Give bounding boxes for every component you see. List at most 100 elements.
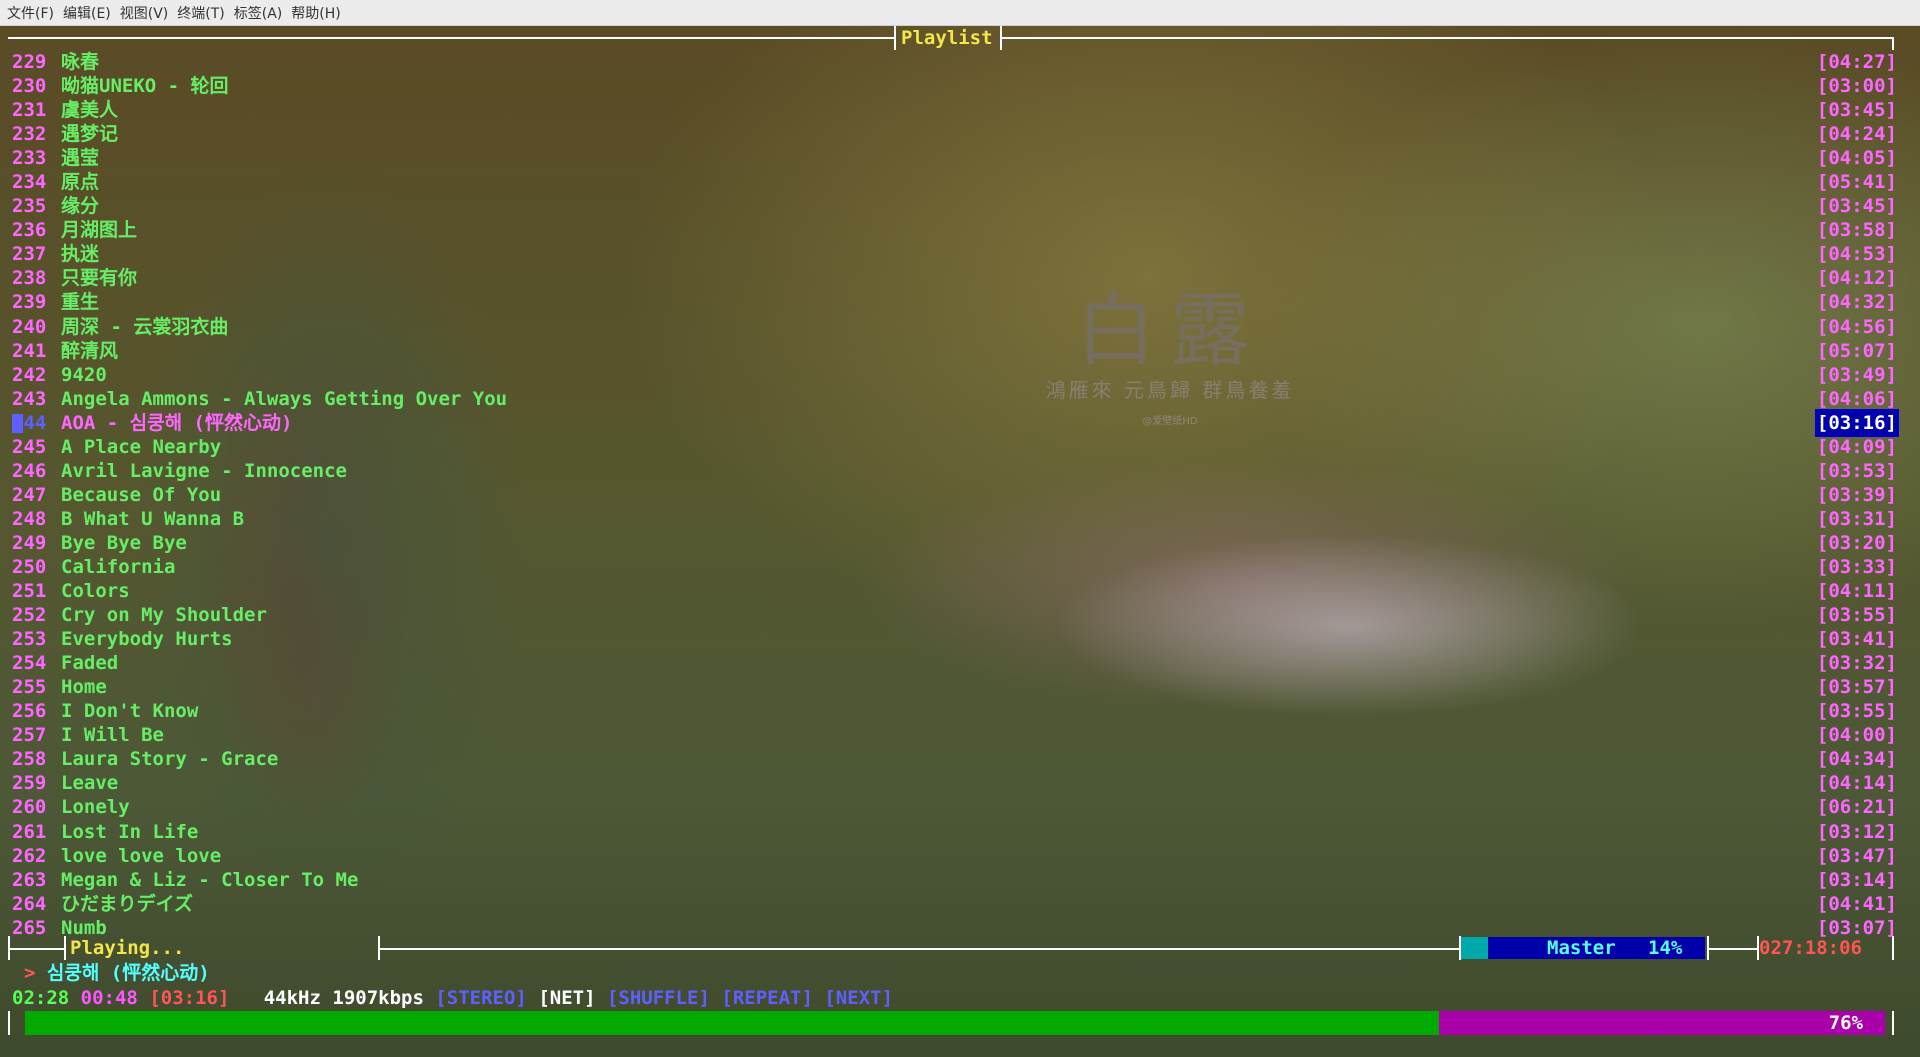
track-number: 243	[12, 387, 47, 410]
track-title: 周深 - 云裳羽衣曲	[61, 315, 229, 338]
track-number: 250	[12, 555, 47, 578]
track-duration: [04:41]	[1816, 892, 1897, 915]
playlist-row[interactable]: 251 Colors [04:11]	[12, 579, 1897, 603]
track-number: 258	[12, 748, 47, 771]
playlist-row-current[interactable]: 244 AOA - 심쿵해 (怦然心动) [03:16]	[12, 408, 1900, 437]
track-title: B What U Wanna B	[61, 507, 245, 530]
playlist-row[interactable]: 237 执迷 [04:53]	[12, 242, 1897, 266]
track-number: 256	[12, 700, 47, 723]
progress-bar[interactable]: 76%	[25, 1011, 1885, 1035]
playlist-row[interactable]: 247 Because Of You [03:39]	[12, 483, 1897, 507]
playlist-row[interactable]: 248 B What U Wanna B [03:31]	[12, 507, 1897, 531]
mixer-level-block	[1461, 937, 1488, 959]
track-duration: [03:49]	[1816, 363, 1897, 386]
playlist-row[interactable]: 260 Lonely [06:21]	[12, 795, 1897, 819]
track-number: 240	[12, 315, 47, 338]
playlist-row[interactable]: 238 只要有你 [04:12]	[12, 266, 1897, 290]
playlist-row[interactable]: 263 Megan & Liz - Closer To Me [03:14]	[12, 868, 1897, 892]
track-number: 259	[12, 772, 47, 795]
track-number: 251	[12, 580, 47, 603]
track-number: 242	[12, 363, 47, 386]
track-duration: [03:55]	[1816, 700, 1897, 723]
menu-tabs[interactable]: 标签(A)	[234, 3, 292, 23]
playlist-row[interactable]: 261 Lost In Life [03:12]	[12, 820, 1897, 844]
playlist-row[interactable]: 241 醉清风 [05:07]	[12, 339, 1897, 363]
menu-file[interactable]: 文件(F)	[7, 3, 63, 23]
total-time: 027:18:06	[1759, 937, 1862, 959]
track-duration: [03:47]	[1816, 844, 1897, 867]
track-title: AOA - 심쿵해 (怦然心动)	[61, 411, 293, 434]
playlist: 229 咏春 [04:27] 230 呦猫UNEKO - 轮回 [03:00] 231 虞美人…	[12, 50, 1900, 940]
frame-top-right-corner	[1892, 37, 1894, 50]
playlist-row[interactable]: 232 遇梦记 [04:24]	[12, 122, 1897, 146]
playing-label: Playing...	[70, 937, 185, 959]
playlist-row[interactable]: 229 咏春 [04:27]	[12, 50, 1897, 74]
track-duration: [03:45]	[1816, 195, 1897, 218]
frame-top-left	[8, 37, 894, 39]
playlist-row[interactable]: 240 周深 - 云裳羽衣曲 [04:56]	[12, 315, 1897, 339]
track-duration: [04:56]	[1816, 315, 1897, 338]
playlist-row[interactable]: 254 Faded [03:32]	[12, 651, 1897, 675]
playlist-row[interactable]: 243 Angela Ammons - Always Getting Over Y…	[12, 387, 1897, 411]
track-duration: [05:41]	[1816, 171, 1897, 194]
frame-title-left-tick	[894, 26, 896, 50]
track-number: 257	[12, 724, 47, 747]
track-title: 咏春	[61, 51, 100, 73]
playlist-row[interactable]: 231 虞美人 [03:45]	[12, 98, 1897, 122]
track-title: Because Of You	[61, 483, 222, 506]
menu-edit[interactable]: 编辑(E)	[63, 3, 120, 23]
text-cursor	[12, 413, 23, 433]
next-flag[interactable]: [NEXT]	[824, 987, 893, 1009]
track-title: ひだまりデイズ	[61, 892, 194, 915]
track-number: 235	[12, 195, 47, 218]
playlist-row[interactable]: 252 Cry on My Shoulder [03:55]	[12, 603, 1897, 627]
progress-percent: 76%	[1828, 1012, 1863, 1034]
playlist-row[interactable]: 264 ひだまりデイズ [04:41]	[12, 892, 1897, 916]
playlist-row[interactable]: 250 California [03:33]	[12, 555, 1897, 579]
terminal-area[interactable]: 白露 鴻雁來 元鳥歸 群鳥養羞 @爱壁纸HD Playlist 229 咏春 [04…	[0, 26, 1920, 1057]
remaining-time: 00:48	[80, 987, 138, 1009]
shuffle-flag[interactable]: [SHUFFLE]	[607, 987, 710, 1009]
playlist-row[interactable]: 230 呦猫UNEKO - 轮回 [03:00]	[12, 74, 1897, 98]
menu-help[interactable]: 帮助(H)	[291, 3, 349, 23]
track-duration: [03:53]	[1816, 459, 1897, 482]
playlist-row[interactable]: 233 遇莹 [04:05]	[12, 146, 1897, 170]
playlist-row[interactable]: 259 Leave [04:14]	[12, 771, 1897, 795]
track-title: 执迷	[61, 243, 100, 266]
playlist-row[interactable]: 245 A Place Nearby [04:09]	[12, 435, 1897, 459]
track-title: Angela Ammons - Always Getting Over You	[61, 387, 508, 410]
track-duration: [04:11]	[1816, 580, 1897, 603]
track-title: 原点	[61, 171, 100, 194]
track-duration: [03:39]	[1816, 483, 1897, 506]
track-title: 缘分	[61, 195, 100, 218]
track-number: 245	[12, 435, 47, 458]
menu-view[interactable]: 视图(V)	[120, 3, 178, 23]
playlist-row[interactable]: 242 9420 [03:49]	[12, 363, 1897, 387]
track-duration: [04:24]	[1816, 123, 1897, 146]
playlist-row[interactable]: 255 Home [03:57]	[12, 675, 1897, 699]
playlist-row[interactable]: 236 月湖图上 [03:58]	[12, 218, 1897, 242]
playlist-row[interactable]: 235 缘分 [03:45]	[12, 194, 1897, 218]
playlist-row[interactable]: 234 原点 [05:41]	[12, 170, 1897, 194]
track-duration: [06:21]	[1816, 796, 1897, 819]
track-title: I Don't Know	[61, 700, 199, 723]
playlist-row[interactable]: 249 Bye Bye Bye [03:20]	[12, 531, 1897, 555]
status-separator-2	[378, 948, 1460, 950]
track-number: 254	[12, 652, 47, 675]
bitrate: 1907kbps	[332, 987, 424, 1009]
track-duration: [03:16]	[1814, 408, 1900, 437]
track-duration: [04:00]	[1816, 724, 1897, 747]
playlist-row[interactable]: 246 Avril Lavigne - Innocence [03:53]	[12, 459, 1897, 483]
track-duration: [04:12]	[1816, 267, 1897, 290]
mixer-indicator: Master 14%	[1461, 937, 1705, 959]
playlist-row[interactable]: 253 Everybody Hurts [03:41]	[12, 627, 1897, 651]
repeat-flag[interactable]: [REPEAT]	[721, 987, 813, 1009]
track-duration: [04:05]	[1816, 147, 1897, 170]
playlist-row[interactable]: 257 I Will Be [04:00]	[12, 723, 1897, 747]
track-number: 230	[12, 75, 47, 98]
playlist-row[interactable]: 239 重生 [04:32]	[12, 290, 1897, 314]
playlist-row[interactable]: 262 love love love [03:47]	[12, 844, 1897, 868]
menu-terminal[interactable]: 终端(T)	[177, 3, 233, 23]
playlist-row[interactable]: 256 I Don't Know [03:55]	[12, 699, 1897, 723]
playlist-row[interactable]: 258 Laura Story - Grace [04:34]	[12, 747, 1897, 771]
